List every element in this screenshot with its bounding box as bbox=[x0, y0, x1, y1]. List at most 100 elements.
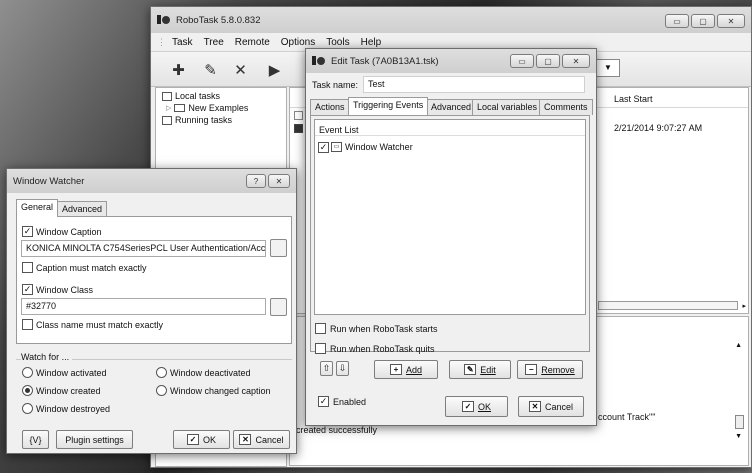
window-created-label: Window created bbox=[36, 386, 101, 396]
class-exact-label: Class name must match exactly bbox=[36, 320, 164, 330]
scroll-right-icon[interactable]: ▸ bbox=[742, 302, 746, 310]
run-task-icon[interactable]: ▶ bbox=[261, 56, 288, 83]
class-exact-checkbox[interactable] bbox=[22, 319, 33, 330]
edit-ok-label: OK bbox=[477, 401, 491, 412]
tab-comments[interactable]: Comments bbox=[539, 99, 593, 115]
tab-actions[interactable]: Actions bbox=[310, 99, 350, 115]
window-class-label: Window Class bbox=[36, 285, 94, 295]
log-line-2: created successfully bbox=[296, 425, 378, 435]
tab-local-variables[interactable]: Local variables bbox=[472, 99, 543, 115]
edit-task-dialog: Edit Task (7A0B13A1.tsk) ▭ ▢ ✕ Task name… bbox=[305, 48, 597, 426]
edit-task-icon[interactable]: ✎ bbox=[197, 56, 224, 83]
tree-local-label: Local tasks bbox=[175, 91, 221, 101]
check-icon: ✓ bbox=[461, 401, 474, 412]
edit-ok-button[interactable]: ✓ OK bbox=[445, 396, 508, 417]
tab-triggering-events[interactable]: Triggering Events bbox=[348, 97, 429, 115]
run-on-start-checkbox[interactable] bbox=[315, 323, 326, 334]
move-up-button[interactable]: ⇧ bbox=[320, 361, 333, 376]
remove-label: Remove bbox=[541, 364, 575, 375]
main-title: RoboTask 5.8.0.832 bbox=[176, 14, 261, 26]
caption-exact-label: Caption must match exactly bbox=[36, 263, 147, 273]
log-scroll-up-icon[interactable]: ▲ bbox=[735, 342, 742, 349]
remove-button[interactable]: − Remove bbox=[517, 360, 583, 379]
log-scroll-down-icon[interactable]: ▼ bbox=[735, 433, 742, 440]
edit-cancel-label: Cancel bbox=[544, 401, 573, 412]
edit-app-icon bbox=[312, 55, 326, 67]
task-name-input[interactable]: Test bbox=[363, 76, 585, 93]
close-icon[interactable]: ✕ bbox=[717, 14, 745, 28]
window-class-checkbox[interactable]: ✓ bbox=[22, 284, 33, 295]
toolbar-dropdown[interactable]: ▼ bbox=[596, 59, 620, 77]
menu-options[interactable]: Options bbox=[281, 37, 315, 48]
add-button[interactable]: + Add bbox=[374, 360, 438, 379]
radio-window-destroyed[interactable] bbox=[22, 403, 33, 414]
radio-window-deactivated[interactable] bbox=[156, 367, 167, 378]
edit-titlebar[interactable]: Edit Task (7A0B13A1.tsk) ▭ ▢ ✕ bbox=[306, 49, 596, 73]
window-changed-caption-label: Window changed caption bbox=[170, 386, 271, 396]
delete-task-icon[interactable]: ✕ bbox=[227, 56, 254, 83]
menu-tools[interactable]: Tools bbox=[326, 37, 349, 48]
x-icon: ✕ bbox=[528, 401, 541, 412]
tab-general[interactable]: General bbox=[16, 199, 59, 217]
caption-input[interactable]: KONICA MINOLTA C754SeriesPCL User Authen… bbox=[21, 240, 266, 257]
add-task-icon[interactable]: ✚ bbox=[165, 56, 192, 83]
variables-button[interactable]: {V} bbox=[22, 430, 49, 449]
caption-browse-icon[interactable] bbox=[270, 239, 287, 257]
folder-icon bbox=[174, 104, 186, 112]
tree-new-examples[interactable]: ▷ New Examples bbox=[166, 103, 248, 113]
horizontal-scrollbar[interactable] bbox=[598, 301, 738, 310]
plugin-settings-button[interactable]: Plugin settings bbox=[56, 430, 133, 449]
robotask-app-icon bbox=[157, 14, 171, 26]
edit-minimize-icon[interactable]: ▭ bbox=[510, 54, 534, 68]
help-icon[interactable]: ? bbox=[246, 174, 266, 188]
run-on-quit-checkbox[interactable] bbox=[315, 343, 326, 354]
col-last-start[interactable]: Last Start bbox=[614, 94, 653, 104]
menu-tree[interactable]: Tree bbox=[204, 37, 224, 48]
event-checkbox-window-watcher[interactable]: ✓ bbox=[318, 142, 329, 153]
edit-maximize-icon[interactable]: ▢ bbox=[536, 54, 560, 68]
window-watcher-icon: ▭ bbox=[331, 142, 342, 152]
log-scrollbar-thumb[interactable] bbox=[735, 415, 744, 429]
computer-icon bbox=[162, 91, 172, 101]
arrow-down-icon: ⇩ bbox=[338, 363, 347, 373]
radio-window-created[interactable] bbox=[22, 385, 33, 396]
window-destroyed-label: Window destroyed bbox=[36, 404, 111, 414]
tab-watcher-advanced[interactable]: Advanced bbox=[57, 201, 108, 217]
watcher-cancel-button[interactable]: ✕ Cancel bbox=[233, 430, 290, 449]
menu-remote[interactable]: Remote bbox=[235, 37, 270, 48]
row-last-start: 2/21/2014 9:07:27 AM bbox=[614, 123, 703, 133]
pencil-icon: ✎ bbox=[464, 364, 477, 375]
edit-cancel-button[interactable]: ✕ Cancel bbox=[518, 396, 584, 417]
main-titlebar[interactable]: RoboTask 5.8.0.832 ▭ ▢ ✕ bbox=[151, 7, 751, 33]
watcher-close-icon[interactable]: ✕ bbox=[268, 174, 290, 188]
watcher-cancel-label: Cancel bbox=[255, 434, 284, 445]
edit-close-icon[interactable]: ✕ bbox=[562, 54, 590, 68]
move-down-button[interactable]: ⇩ bbox=[336, 361, 349, 376]
event-list: Event List ✓ ▭ Window Watcher bbox=[314, 119, 586, 315]
minimize-icon[interactable]: ▭ bbox=[665, 14, 689, 28]
maximize-icon[interactable]: ▢ bbox=[691, 14, 715, 28]
tab-advanced[interactable]: Advanced bbox=[426, 99, 477, 115]
tree-running-tasks[interactable]: Running tasks bbox=[162, 115, 232, 125]
caption-exact-checkbox[interactable] bbox=[22, 262, 33, 273]
menu-help[interactable]: Help bbox=[361, 37, 382, 48]
watcher-title: Window Watcher bbox=[13, 175, 85, 187]
enabled-checkbox[interactable]: ✓ bbox=[318, 396, 329, 407]
event-window-watcher[interactable]: Window Watcher bbox=[345, 142, 413, 152]
watcher-x-icon: ✕ bbox=[239, 434, 252, 445]
class-browse-icon[interactable] bbox=[270, 298, 287, 316]
window-activated-label: Window activated bbox=[36, 368, 107, 378]
watcher-ok-button[interactable]: ✓ OK bbox=[173, 430, 230, 449]
radio-window-changed-caption[interactable] bbox=[156, 385, 167, 396]
expand-arrow-icon[interactable]: ▷ bbox=[166, 104, 171, 112]
watcher-titlebar[interactable]: Window Watcher ? ✕ bbox=[7, 169, 296, 193]
run-on-quit-label: Run when RoboTask quits bbox=[330, 344, 435, 354]
window-caption-checkbox[interactable]: ✓ bbox=[22, 226, 33, 237]
running-icon bbox=[162, 115, 172, 125]
menu-task[interactable]: Task bbox=[172, 37, 193, 48]
class-input[interactable]: #32770 bbox=[21, 298, 266, 315]
radio-window-activated[interactable] bbox=[22, 367, 33, 378]
tree-local-tasks[interactable]: Local tasks bbox=[162, 91, 220, 101]
edit-title: Edit Task (7A0B13A1.tsk) bbox=[331, 55, 439, 67]
edit-button[interactable]: ✎ Edit bbox=[449, 360, 511, 379]
